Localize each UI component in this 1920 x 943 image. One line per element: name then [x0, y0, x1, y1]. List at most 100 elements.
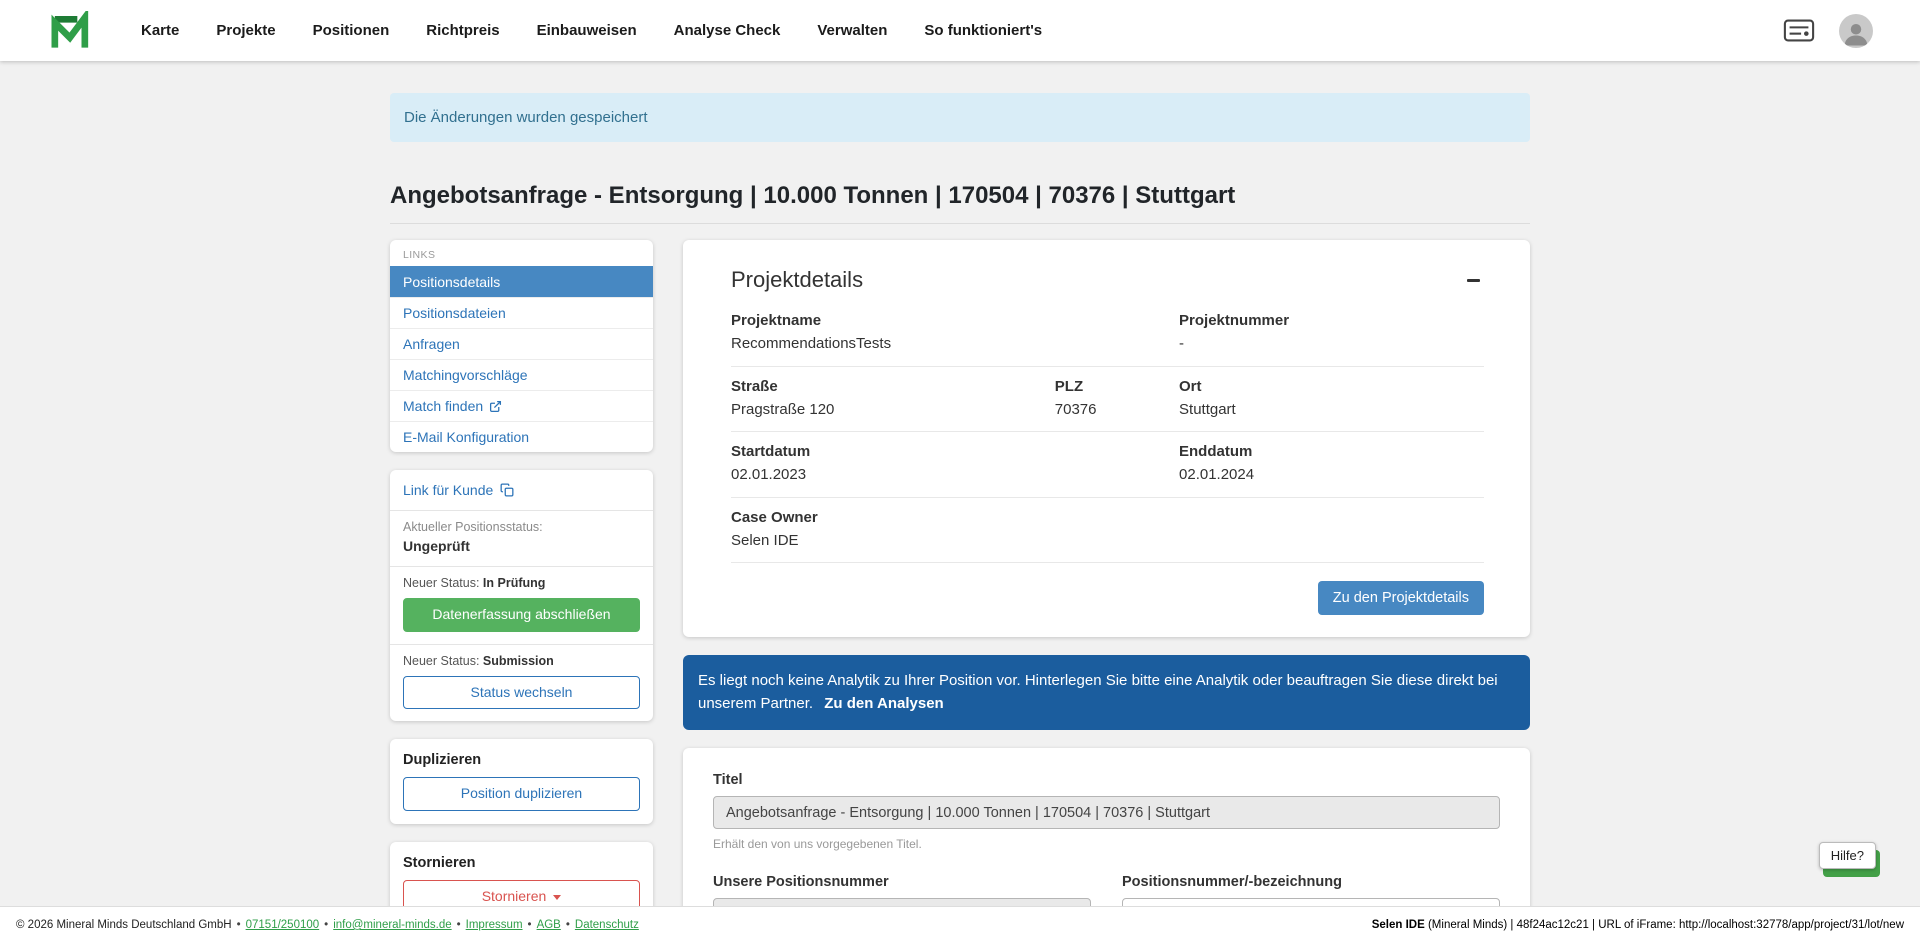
footer-separator [457, 919, 461, 931]
main-column: Projektdetails Projektname Recommendatio… [683, 240, 1530, 943]
current-status-value: Ungeprüft [403, 538, 640, 554]
server-icon[interactable] [1783, 19, 1815, 42]
field-value: 70376 [1055, 400, 1179, 420]
sidebar-item-email-konfiguration[interactable]: E-Mail Konfiguration [390, 421, 653, 452]
success-alert: Die Änderungen wurden gespeichert [390, 93, 1530, 142]
analytics-banner: Es liegt noch keine Analytik zu Ihrer Po… [683, 655, 1530, 730]
nav-projekte[interactable]: Projekte [216, 22, 275, 39]
sidebar-item-match-finden[interactable]: Match finden [390, 390, 653, 421]
position-number-label: Unsere Positionsnummer [713, 874, 1091, 890]
sidebar-item-matchingvorschlaege[interactable]: Matchingvorschläge [390, 359, 653, 390]
field-label: Enddatum [1179, 442, 1484, 462]
duplicate-card: Duplizieren Position duplizieren [390, 739, 653, 824]
field-case-owner: Case Owner Selen IDE [731, 508, 1055, 552]
sidebar-item-positionsdetails[interactable]: Positionsdetails [390, 266, 653, 297]
field-label: Straße [731, 377, 1055, 397]
project-details-card: Projektdetails Projektname Recommendatio… [683, 240, 1530, 637]
top-nav: Karte Projekte Positionen Richtpreis Ein… [0, 0, 1920, 61]
field-projektnummer: Projektnummer - [1179, 311, 1484, 355]
customer-link-label: Link für Kunde [403, 482, 493, 498]
nav-einbauweisen[interactable]: Einbauweisen [537, 22, 637, 39]
detail-row: Straße Pragstraße 120 PLZ 70376 Ort Stut… [731, 367, 1484, 433]
position-designation-label: Positionsnummer/-bezeichnung [1122, 874, 1500, 890]
field-value: RecommendationsTests [731, 334, 1055, 354]
mineral-minds-logo-icon[interactable] [49, 11, 89, 51]
caret-down-icon [553, 895, 561, 900]
next-status-block-2: Neuer Status: Submission Status wechseln [390, 645, 653, 722]
titel-label: Titel [713, 772, 1500, 788]
customer-link[interactable]: Link für Kunde [390, 470, 653, 510]
detail-row: Case Owner Selen IDE [731, 498, 1484, 564]
footer-agb-link[interactable]: AGB [537, 919, 561, 931]
sidebar-item-anfragen[interactable]: Anfragen [390, 328, 653, 359]
sidebar-links-card: LINKS Positionsdetails Positionsdateien … [390, 240, 653, 452]
titel-group: Titel Erhält den von uns vorgegebenen Ti… [713, 772, 1500, 851]
status-card: Link für Kunde Aktueller Positionsstatus… [390, 470, 653, 721]
complete-data-entry-button[interactable]: Datenerfassung abschließen [403, 598, 640, 632]
avatar[interactable] [1839, 14, 1873, 48]
nav-so-funktionierts[interactable]: So funktioniert's [924, 22, 1042, 39]
detail-row: Projektname RecommendationsTests Projekt… [731, 301, 1484, 367]
duplicate-button-wrap: Position duplizieren [390, 777, 653, 824]
nav-richtpreis[interactable]: Richtpreis [426, 22, 499, 39]
copy-icon [500, 483, 514, 497]
footer-email-link[interactable]: info@mineral-minds.de [333, 919, 451, 931]
new-status-label: Neuer Status: [403, 576, 479, 590]
project-details-title: Projektdetails [731, 267, 863, 293]
footer-phone-link[interactable]: 07151/250100 [246, 919, 320, 931]
footer-separator [324, 919, 328, 931]
field-enddatum: Enddatum 02.01.2024 [1179, 442, 1484, 486]
footer-left: © 2026 Mineral Minds Deutschland GmbH 07… [16, 919, 639, 931]
titel-help: Erhält den von uns vorgegebenen Titel. [713, 837, 1500, 851]
field-label: PLZ [1055, 377, 1179, 397]
field-strasse: Straße Pragstraße 120 [731, 377, 1055, 421]
field-plz: PLZ 70376 [1055, 377, 1179, 421]
page-title: Angebotsanfrage - Entsorgung | 10.000 To… [390, 182, 1530, 224]
field-projektname: Projektname RecommendationsTests [731, 311, 1055, 355]
footer-separator [528, 919, 532, 931]
links-heading: LINKS [390, 240, 653, 266]
main-nav: Karte Projekte Positionen Richtpreis Ein… [141, 22, 1042, 39]
duplicate-heading: Duplizieren [390, 739, 653, 777]
collapse-minus-icon [1467, 279, 1480, 282]
banner-text: Es liegt noch keine Analytik zu Ihrer Po… [698, 672, 1498, 712]
sidebar: LINKS Positionsdetails Positionsdateien … [390, 240, 653, 943]
field-value: 02.01.2024 [1179, 465, 1484, 485]
new-status-value-2: Submission [483, 654, 554, 668]
field-label: Ort [1179, 377, 1484, 397]
duplicate-position-button[interactable]: Position duplizieren [403, 777, 640, 811]
footer: © 2026 Mineral Minds Deutschland GmbH 07… [0, 906, 1920, 943]
external-link-icon [489, 400, 502, 413]
detail-actions: Zu den Projektdetails [731, 581, 1484, 615]
new-status-value-1: In Prüfung [483, 576, 546, 590]
content-row: LINKS Positionsdetails Positionsdateien … [390, 240, 1530, 943]
collapse-button[interactable] [1463, 273, 1484, 288]
nav-karte[interactable]: Karte [141, 22, 179, 39]
new-status-line-1: Neuer Status: In Prüfung [403, 576, 640, 590]
project-details-button[interactable]: Zu den Projektdetails [1318, 581, 1484, 615]
field-spacer [1055, 311, 1179, 355]
field-value: 02.01.2023 [731, 465, 1055, 485]
nav-verwalten[interactable]: Verwalten [817, 22, 887, 39]
sidebar-item-positionsdateien[interactable]: Positionsdateien [390, 297, 653, 328]
help-button[interactable]: Hilfe? [1819, 842, 1876, 869]
nav-positionen[interactable]: Positionen [313, 22, 390, 39]
field-value: - [1179, 334, 1484, 354]
new-status-line-2: Neuer Status: Submission [403, 654, 640, 668]
field-value: Stuttgart [1179, 400, 1484, 420]
new-status-label: Neuer Status: [403, 654, 479, 668]
cancel-button-label: Stornieren [482, 887, 547, 907]
field-label: Case Owner [731, 508, 1055, 528]
analytics-link[interactable]: Zu den Analysen [824, 695, 943, 712]
nav-analyse-check[interactable]: Analyse Check [674, 22, 781, 39]
field-ort: Ort Stuttgart [1179, 377, 1484, 421]
field-value: Selen IDE [731, 531, 1055, 551]
detail-row: Startdatum 02.01.2023 Enddatum 02.01.202… [731, 432, 1484, 498]
footer-datenschutz-link[interactable]: Datenschutz [575, 919, 639, 931]
nav-right [1783, 14, 1873, 48]
footer-separator [566, 919, 570, 931]
field-label: Projektnummer [1179, 311, 1484, 331]
footer-impressum-link[interactable]: Impressum [466, 919, 523, 931]
field-label: Startdatum [731, 442, 1055, 462]
switch-status-button[interactable]: Status wechseln [403, 676, 640, 710]
